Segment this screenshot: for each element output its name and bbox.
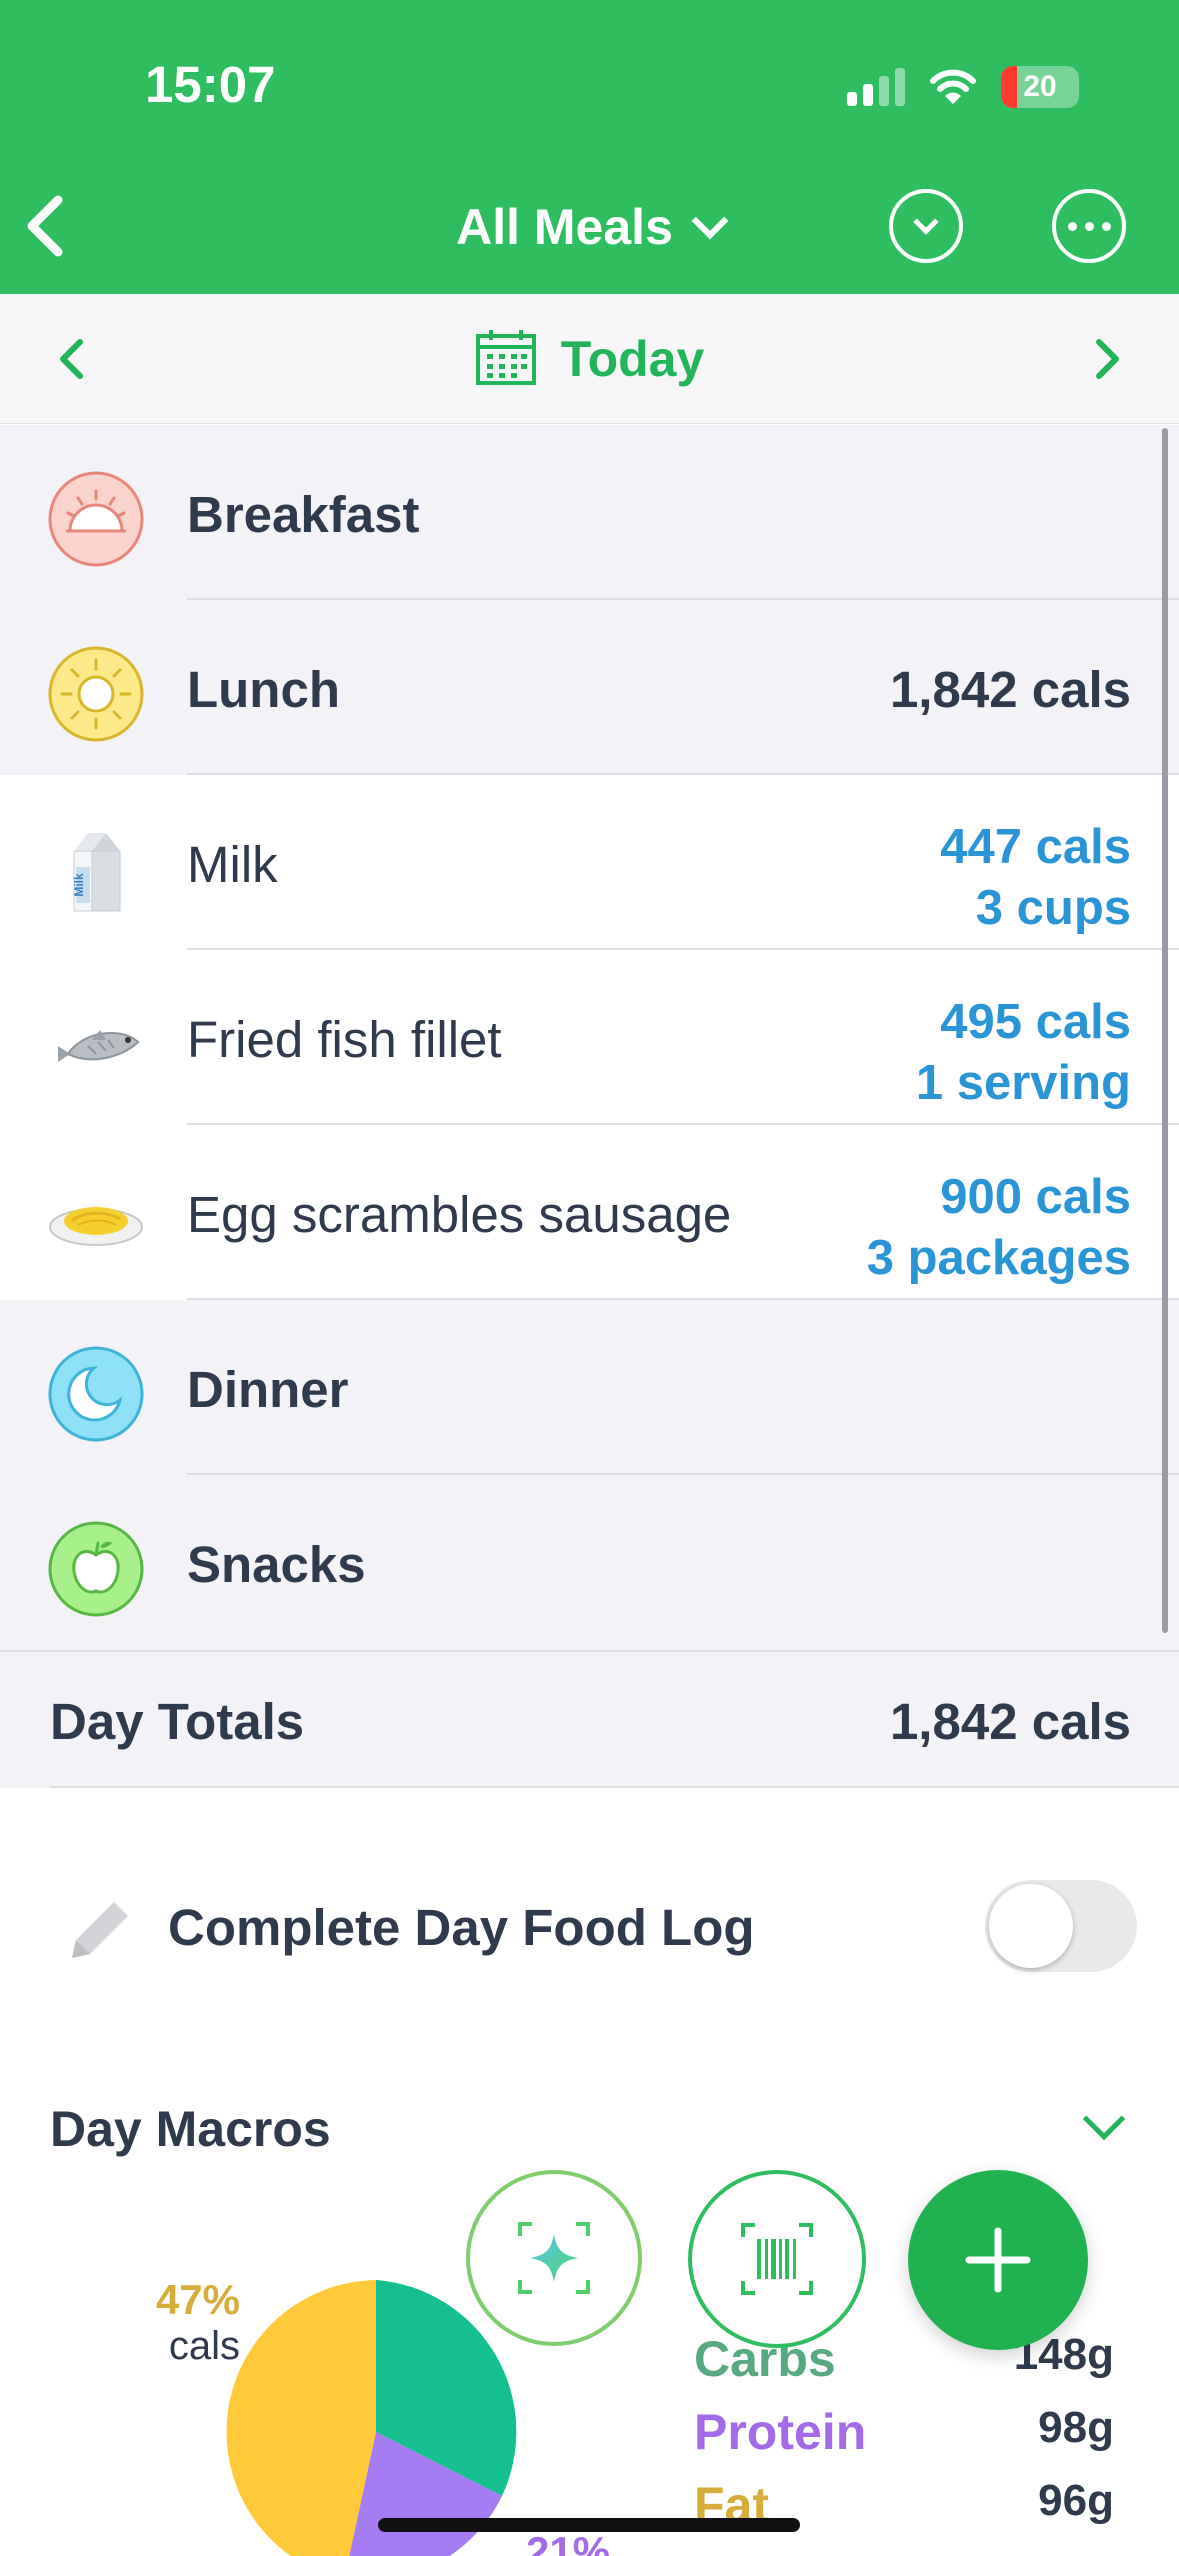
sparkle-icon [518,2222,590,2294]
food-calories: 900 cals [940,1170,1131,1224]
food-label: Egg scrambles sausage [187,1186,732,1243]
meal-label: Dinner [187,1361,349,1418]
date-label: Today [560,331,705,387]
macro-value: 96g [1038,2476,1114,2525]
cellular-signal-icon [847,68,905,106]
apple-icon [48,1521,144,1617]
complete-day-log-label: Complete Day Food Log [168,1899,755,1956]
meal-row-snacks[interactable]: Snacks [0,1475,1179,1650]
sun-icon [48,646,144,742]
status-icons: 20 [847,66,1079,108]
pie-percent-unit: cals [168,2324,240,2368]
chevron-down-icon [691,202,729,240]
battery-icon: 20 [1001,66,1079,108]
collapse-button[interactable] [889,189,963,263]
food-label: Fried fish fillet [187,1011,502,1068]
macro-legend-protein: Protein 98g [694,2403,1114,2461]
date-selector[interactable]: Today [0,329,1179,392]
meal-filter-dropdown[interactable]: All Meals [0,198,1179,256]
food-calories: 447 cals [940,820,1131,874]
milk-carton-icon: Milk [72,833,121,912]
chevron-down-icon[interactable] [1082,2097,1126,2141]
food-amount[interactable]: 900 cals 3 packages [867,1167,1131,1289]
food-row-fried-fish-fillet[interactable]: Fried fish fillet 495 cals 1 serving [0,950,1179,1125]
food-row-egg-scrambles-sausage[interactable]: Egg scrambles sausage 900 cals 3 package… [0,1125,1179,1300]
pie-slice-fat [226,2280,376,2556]
pie-label-fat: 47% cals [140,2276,240,2369]
ellipsis-icon [1067,221,1111,231]
macros-pie-chart [226,2280,517,2556]
milk-carton-text: Milk [72,873,86,897]
ai-scan-button[interactable] [466,2170,642,2346]
sunrise-icon [48,471,144,567]
meal-row-dinner[interactable]: Dinner [0,1300,1179,1475]
calendar-icon [475,329,536,385]
pencil-icon [72,1902,128,1958]
next-day-icon[interactable] [1081,334,1131,384]
meal-row-lunch[interactable]: Lunch 1,842 cals [0,600,1179,775]
add-food-button[interactable] [908,2170,1088,2350]
moon-icon [48,1346,144,1442]
food-amount[interactable]: 495 cals 1 serving [916,992,1131,1114]
complete-day-log-toggle[interactable] [985,1880,1137,1972]
wifi-icon [930,69,976,104]
day-totals-row: Day Totals 1,842 cals [0,1650,1179,1788]
home-indicator[interactable] [378,2518,800,2532]
barcode-icon [741,2223,813,2295]
food-serving: 3 packages [866,1231,1131,1285]
pie-percent: 47% [155,2276,240,2323]
app-header: 15:07 20 All Meals [0,0,1179,294]
fish-icon [58,1030,140,1062]
plus-icon [965,2227,1031,2293]
day-macros-title: Day Macros [50,2101,331,2157]
food-calories: 495 cals [940,995,1131,1049]
toggle-knob [989,1884,1073,1968]
meal-calories: 1,842 cals [889,661,1131,718]
meal-label: Lunch [187,661,340,718]
battery-level: 20 [1023,70,1057,103]
more-options-button[interactable] [1052,189,1126,263]
meal-label: Breakfast [187,486,420,543]
meal-row-breakfast[interactable]: Breakfast [0,425,1179,600]
food-row-milk[interactable]: Milk Milk 447 cals 3 cups [0,775,1179,950]
complete-day-log-row: Complete Day Food Log [0,1860,1179,1990]
scrambled-egg-icon [49,1207,143,1246]
day-totals-value: 1,842 cals [889,1693,1131,1750]
food-label: Milk [187,836,278,893]
day-totals-label: Day Totals [50,1693,305,1750]
macro-name: Protein [694,2404,867,2460]
header-title: All Meals [456,199,673,255]
pie-label-protein: 21% [526,2528,611,2556]
date-navigator: Today [0,294,1179,424]
barcode-scan-button[interactable] [688,2170,866,2348]
food-amount[interactable]: 447 cals 3 cups [940,817,1131,939]
food-serving: 1 serving [915,1056,1131,1110]
status-time: 15:07 [145,56,276,113]
food-serving: 3 cups [975,881,1131,935]
scrollbar[interactable] [1162,428,1168,1633]
macro-value: 98g [1038,2403,1114,2452]
chevron-down-icon [913,209,939,235]
meal-label: Snacks [187,1536,366,1593]
